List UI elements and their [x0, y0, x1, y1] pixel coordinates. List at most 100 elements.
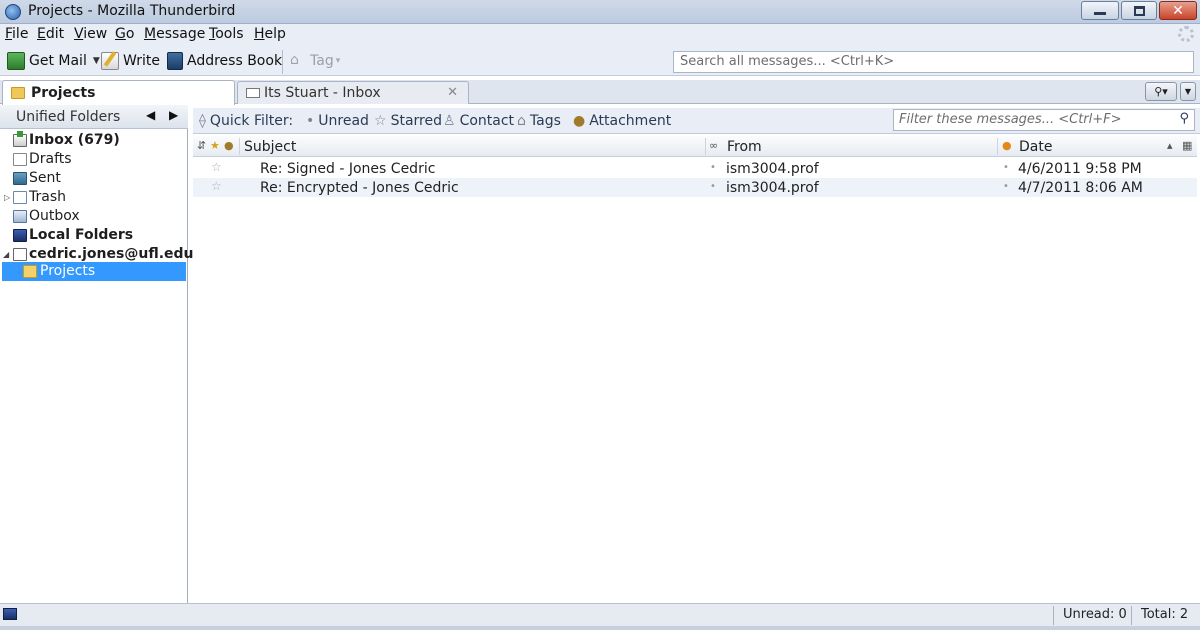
from-column-header[interactable]: From	[727, 139, 762, 155]
filter-tags-button[interactable]: ⌂ Tags	[517, 113, 561, 129]
folder-sent[interactable]: Sent	[0, 169, 186, 188]
folder-outbox[interactable]: Outbox	[0, 207, 186, 226]
folder-inbox[interactable]: Inbox (679)	[0, 131, 186, 150]
status-bar: Unread: 0 Total: 2	[0, 603, 1200, 626]
total-count: Total: 2	[1141, 607, 1189, 622]
window-title: Projects - Mozilla Thunderbird	[28, 3, 236, 19]
restore-icon	[1133, 5, 1145, 16]
star-icon: ☆	[374, 113, 387, 129]
star-column-icon[interactable]: ★	[210, 139, 220, 152]
minimize-button[interactable]	[1081, 1, 1119, 20]
thread-column-icon[interactable]: ⇵	[197, 139, 206, 152]
collapse-twisty-icon[interactable]: ◢	[3, 250, 9, 259]
message-date: 4/6/2011 9:58 PM	[1018, 161, 1142, 177]
inbox-icon	[13, 131, 27, 147]
message-date: 4/7/2011 8:06 AM	[1018, 180, 1143, 196]
message-subject: Re: Signed - Jones Cedric	[260, 161, 436, 177]
prev-folder-mode-icon[interactable]: ◀	[146, 108, 155, 122]
attachment-column-icon[interactable]: ●	[224, 139, 234, 152]
trash-icon	[13, 191, 27, 204]
search-icon: ⚲	[1179, 111, 1189, 126]
taskbar-strip	[0, 626, 1200, 630]
contact-icon: ♙	[443, 113, 456, 129]
menu-view[interactable]: View	[74, 26, 107, 42]
read-column-icon[interactable]: ∞	[709, 139, 718, 152]
tab-projects[interactable]: Projects	[2, 80, 235, 105]
tag-icon: ⌂	[290, 52, 299, 68]
filter-attachment-button[interactable]: ● Attachment	[573, 113, 671, 129]
filter-contact-button[interactable]: ♙ Contact	[443, 113, 514, 129]
filter-unread-button[interactable]: • Unread	[306, 113, 369, 129]
chevron-down-icon: ▼	[1184, 87, 1192, 96]
menu-edit[interactable]: Edit	[37, 26, 64, 42]
junk-status-dot-icon[interactable]: •	[1003, 162, 1009, 173]
sent-icon	[13, 172, 27, 185]
row-star-icon[interactable]: ☆	[211, 160, 222, 174]
close-button[interactable]: ✕	[1159, 1, 1197, 20]
folder-trash[interactable]: ▷ Trash	[0, 188, 186, 207]
tag-dropdown-icon: ▾	[335, 56, 341, 66]
unread-count: Unread: 0	[1063, 607, 1127, 622]
tab-its-stuart-inbox[interactable]: Its Stuart - Inbox ✕	[237, 81, 469, 104]
folder-icon	[11, 87, 25, 99]
read-status-dot-icon[interactable]: •	[710, 162, 716, 173]
junk-column-icon[interactable]: ●	[1002, 139, 1012, 152]
local-folders-icon	[13, 229, 27, 242]
row-star-icon[interactable]: ☆	[211, 179, 222, 193]
get-mail-dropdown-icon[interactable]: ▼	[93, 56, 100, 66]
restore-button[interactable]	[1121, 1, 1157, 20]
column-separator	[705, 138, 706, 155]
column-picker-icon[interactable]: ▦	[1182, 139, 1192, 152]
filter-messages-input[interactable]: Filter these messages... <Ctrl+F> ⚲	[893, 109, 1195, 131]
message-from: ism3004.prof	[726, 180, 819, 196]
junk-status-dot-icon[interactable]: •	[1003, 181, 1009, 192]
drafts-icon	[13, 153, 27, 166]
get-mail-icon	[7, 52, 25, 70]
table-row[interactable]: ☆ Re: Signed - Jones Cedric • ism3004.pr…	[193, 159, 1197, 178]
outbox-icon	[13, 210, 27, 223]
expand-twisty-icon[interactable]: ▷	[4, 193, 10, 202]
get-mail-button[interactable]: Get Mail ▼	[7, 50, 100, 72]
subject-column-header[interactable]: Subject	[244, 139, 296, 155]
menu-message[interactable]: Message	[144, 26, 205, 42]
menu-bar: File Edit View Go Message Tools Help	[0, 24, 1200, 46]
date-column-header[interactable]: Date	[1019, 139, 1052, 155]
menu-tools[interactable]: Tools	[209, 26, 244, 42]
filter-starred-button[interactable]: ☆ Starred	[374, 113, 442, 129]
unread-dot-icon: •	[306, 113, 315, 129]
folder-local-folders[interactable]: Local Folders	[0, 226, 186, 245]
search-tab-button[interactable]: ⚲▾	[1145, 82, 1177, 101]
tag-icon: ⌂	[517, 113, 526, 129]
activity-throbber-icon	[1178, 26, 1194, 42]
paperclip-icon: ●	[573, 113, 586, 129]
column-header-row: ⇵ ★ ● Subject ∞ From ● Date ▴ ▦	[193, 136, 1197, 157]
menu-file[interactable]: File	[5, 26, 28, 42]
offline-status-icon[interactable]	[3, 608, 17, 620]
write-pencil-icon	[101, 52, 119, 70]
account-icon	[13, 248, 27, 261]
table-row[interactable]: ☆ Re: Encrypted - Jones Cedric • ism3004…	[193, 178, 1197, 197]
status-separator	[1131, 606, 1132, 625]
thunderbird-logo-icon	[5, 4, 21, 20]
quick-filter-label: ⟠ Quick Filter:	[199, 113, 294, 129]
next-folder-mode-icon[interactable]: ▶	[169, 108, 178, 122]
write-button[interactable]: Write	[101, 50, 160, 72]
tab-close-icon[interactable]: ✕	[447, 85, 458, 100]
message-from: ism3004.prof	[726, 161, 819, 177]
thread-pane: ⇵ ★ ● Subject ∞ From ● Date ▴ ▦ ☆ Re: Si…	[193, 136, 1197, 603]
minimize-icon	[1094, 12, 1106, 15]
folder-pane: Unified Folders ◀ ▶ Inbox (679) Drafts S…	[0, 105, 194, 603]
column-separator	[239, 138, 240, 155]
menu-help[interactable]: Help	[254, 26, 286, 42]
address-book-button[interactable]: Address Book	[167, 50, 282, 72]
all-tabs-dropdown[interactable]: ▼	[1180, 82, 1196, 101]
folder-drafts[interactable]: Drafts	[0, 150, 186, 169]
menu-go[interactable]: Go	[115, 26, 134, 42]
folder-projects[interactable]: Projects	[2, 262, 186, 281]
envelope-icon	[246, 88, 260, 98]
read-status-dot-icon[interactable]: •	[710, 181, 716, 192]
title-bar: Projects - Mozilla Thunderbird ✕	[0, 0, 1200, 24]
global-search-input[interactable]: Search all messages... <Ctrl+K>	[673, 51, 1194, 73]
tag-button[interactable]: ⌂ Tag ▾	[290, 50, 340, 72]
tab-strip: Projects Its Stuart - Inbox ✕	[0, 80, 1200, 105]
